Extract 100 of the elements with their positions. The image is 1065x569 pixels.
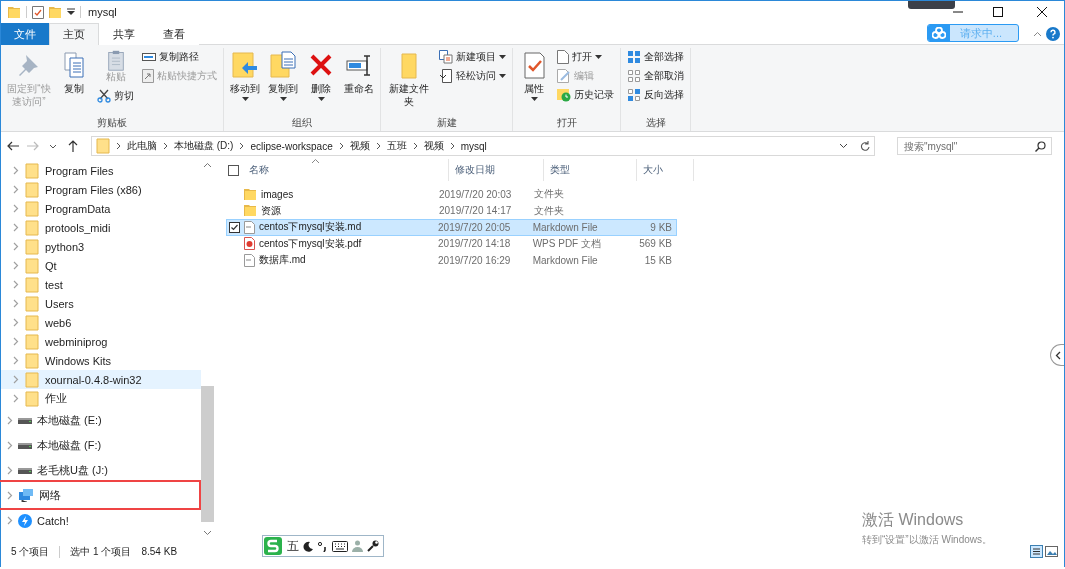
breadcrumb[interactable]: 视频 [349, 139, 370, 153]
expand-icon[interactable] [13, 223, 19, 232]
tree-item[interactable]: Program Files (x86) [1, 180, 201, 199]
expand-icon[interactable] [13, 166, 19, 175]
breadcrumb[interactable]: mysql [460, 140, 487, 152]
collapse-ribbon-icon[interactable] [1033, 30, 1042, 37]
checklist-icon[interactable] [32, 5, 44, 19]
expand-icon[interactable] [13, 337, 19, 346]
ribbon-button[interactable]: 属性 [516, 48, 552, 103]
ribbon-button[interactable]: 新建项目 [436, 48, 509, 65]
tree-item[interactable]: webminiprog [1, 332, 201, 351]
expand-icon[interactable] [7, 490, 13, 500]
ribbon-button[interactable]: 打开 [554, 48, 617, 65]
ribbon-button[interactable]: 反向选择 [624, 86, 687, 103]
expand-icon[interactable] [13, 185, 19, 194]
expand-icon[interactable] [7, 516, 13, 525]
ribbon-button[interactable]: 新建文件夹 [384, 48, 434, 110]
chevron-icon[interactable] [163, 142, 168, 150]
breadcrumb[interactable]: 本地磁盘 (D:) [174, 139, 234, 153]
tree-item[interactable]: 本地磁盘 (F:) [1, 433, 201, 458]
ribbon-button[interactable]: 复制路径 [139, 48, 220, 65]
tree-item[interactable]: xournal-0.4.8-win32 [1, 370, 201, 389]
tree-item[interactable]: Catch! [1, 508, 201, 533]
tree-item[interactable]: web6 [1, 313, 201, 332]
refresh-icon[interactable] [860, 140, 871, 152]
tree-item[interactable]: Qt [1, 256, 201, 275]
expand-icon[interactable] [13, 242, 19, 251]
column-header[interactable]: 类型 [544, 159, 637, 181]
file-row[interactable]: 数据库.md 2019/7/20 16:29 Markdown File 15 KB [226, 252, 677, 269]
ribbon-button[interactable]: 移动到 [227, 48, 263, 103]
ribbon-button[interactable]: 重命名 [341, 48, 377, 97]
ribbon-button[interactable]: 全部取消 [624, 67, 687, 84]
expand-icon[interactable] [13, 261, 19, 270]
expand-icon[interactable] [13, 375, 19, 384]
chevron-icon[interactable] [449, 142, 455, 150]
ribbon-button[interactable]: 剪切 [94, 87, 137, 104]
tree-item[interactable]: Users [1, 294, 201, 313]
tree-item[interactable]: protools_midi [1, 218, 201, 237]
breadcrumb[interactable]: 五班 [386, 139, 407, 153]
tree-item[interactable]: Windows Kits [1, 351, 201, 370]
tree-item[interactable]: 网络 [0, 480, 201, 510]
file-tab[interactable]: 文件 [1, 23, 49, 45]
dropdown-icon[interactable] [839, 143, 848, 149]
tree-item[interactable]: test [1, 275, 201, 294]
column-header[interactable]: 大小 [637, 159, 694, 181]
ribbon-button[interactable]: 删除 [303, 48, 339, 103]
help-icon[interactable] [1046, 26, 1060, 41]
tree-item[interactable]: python3 [1, 237, 201, 256]
up-icon[interactable] [68, 140, 78, 152]
column-header[interactable]: 名称 [243, 159, 449, 181]
punctuation-icon[interactable] [318, 540, 328, 552]
file-row[interactable]: centos下mysql安装.pdf 2019/7/20 14:18 WPS PDF 文档 569 KB [226, 235, 677, 252]
breadcrumb[interactable]: 此电脑 [127, 139, 157, 153]
file-row[interactable]: images 2019/7/20 20:03 文件夹 [226, 186, 677, 203]
chevron-icon[interactable] [375, 142, 381, 150]
expand-icon[interactable] [13, 318, 19, 327]
caret-icon[interactable] [49, 143, 57, 149]
select-all-checkbox[interactable] [228, 164, 239, 176]
search-icon[interactable] [1035, 141, 1046, 152]
ribbon-button[interactable]: 全部选择 [624, 48, 687, 65]
ime-logo-icon[interactable] [263, 536, 283, 556]
chevron-icon[interactable] [116, 142, 121, 150]
back-icon[interactable] [7, 141, 19, 151]
input-mode[interactable]: 五 [287, 537, 299, 555]
ribbon-button[interactable]: 复制 [56, 48, 92, 97]
tree-item[interactable]: 本地磁盘 (E:) [1, 408, 201, 433]
thumbnail-view-icon[interactable] [1045, 545, 1058, 558]
expand-icon[interactable] [13, 280, 19, 289]
expand-icon[interactable] [13, 394, 19, 403]
expand-icon[interactable] [13, 299, 19, 308]
address-field[interactable]: 此电脑 本地磁盘 (D:) eclipse-workspace 视频 五班 视频 mysql [91, 136, 875, 156]
file-row[interactable]: 资源 2019/7/20 14:17 文件夹 [226, 202, 677, 219]
wrench-icon[interactable] [367, 540, 379, 552]
chevron-icon[interactable] [239, 142, 245, 150]
ribbon-button[interactable]: 轻松访问 [436, 67, 509, 84]
search-field[interactable]: 搜索"mysql" [897, 137, 1052, 155]
user-icon[interactable] [352, 540, 363, 552]
expand-pane-button[interactable] [1050, 344, 1064, 366]
details-view-icon[interactable] [1030, 545, 1043, 558]
expand-icon[interactable] [7, 441, 13, 450]
tree-item[interactable]: Program Files [1, 161, 201, 180]
moon-icon[interactable] [303, 540, 314, 552]
tree-item[interactable]: 老毛桃U盘 (J:) [1, 458, 201, 483]
tree-item[interactable]: 作业 [1, 389, 201, 408]
tree-item[interactable]: ProgramData [1, 199, 201, 218]
chevron-icon[interactable] [412, 142, 418, 150]
customize-icon[interactable] [67, 8, 75, 16]
breadcrumb[interactable]: 视频 [423, 139, 444, 153]
expand-icon[interactable] [7, 416, 13, 425]
keyboard-icon[interactable] [332, 540, 348, 552]
ribbon-tab[interactable]: 主页 [49, 23, 99, 45]
ribbon-button[interactable]: 复制到 [265, 48, 301, 103]
column-header[interactable]: 修改日期 [449, 159, 544, 181]
expand-icon[interactable] [7, 466, 13, 475]
file-row[interactable]: centos下mysql安装.md 2019/7/20 20:05 Markdown File 9 KB [226, 219, 677, 236]
chevron-icon[interactable] [338, 142, 344, 150]
breadcrumb[interactable]: eclipse-workspace [250, 140, 333, 152]
checkbox[interactable] [229, 221, 240, 233]
expand-icon[interactable] [13, 356, 19, 365]
expand-icon[interactable] [13, 204, 19, 213]
